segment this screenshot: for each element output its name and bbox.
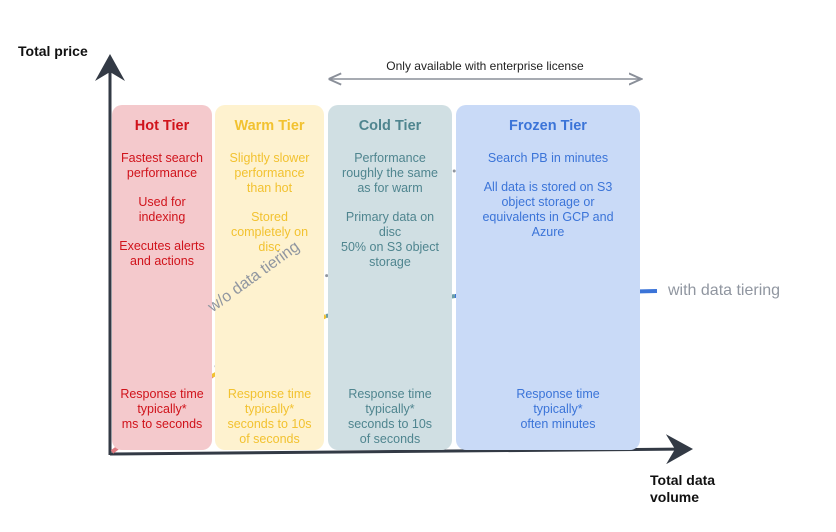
tier-title: Frozen Tier [509,118,587,134]
response-line: often minutes [520,417,596,431]
with-tiering-label: with data tiering [668,282,781,299]
tier-panel-warm: Warm Tier Slightly slower performance tha… [215,105,324,450]
response-line: of seconds [359,432,421,446]
enterprise-note: Only available with enterprise license [386,59,584,73]
tier-description-item: Used for indexing [138,195,186,224]
response-line: seconds to 10s [227,417,312,431]
response-line: Response time [348,387,432,401]
tier-description-item: Stored completely on disc [230,210,309,254]
tier-description: Performance roughly the same as for warm… [328,151,452,270]
tier-description-item: Fastest search performance [121,151,203,180]
x-axis-label: Total data volume [650,472,715,506]
response-line: typically* [533,402,583,416]
response-line: ms to seconds [121,417,203,431]
tier-title: Warm Tier [234,118,305,134]
tier-panel-hot: Hot Tier Fastest search performance Used f… [112,105,212,450]
tier-title: Hot Tier [134,118,190,134]
tier-response-time: Response time typically* seconds to 10s of … [328,387,452,447]
tier-panel-frozen: Frozen Tier Search PB in minutes All data … [456,105,640,450]
tier-description: Search PB in minutes All data is stored o… [456,151,640,240]
y-axis-label: Total price [18,43,88,59]
x-axis-label-line: volume [650,489,700,505]
tier-description-item: Slightly slower performance than hot [229,151,310,195]
tier-description: Fastest search performance Used for index… [112,151,212,269]
tier-panel-cold: Cold Tier Performance roughly the same as… [328,105,452,450]
tier-description-item: All data is stored on S3 object storage … [482,180,614,239]
tier-description-item: Executes alerts and actions [119,239,205,268]
response-line: seconds to 10s [347,417,433,431]
tier-response-time: Response time typically* seconds to 10s of … [215,387,324,447]
tier-description-item: Performance roughly the same as for warm [342,151,438,195]
response-line: Response time [516,387,600,401]
x-axis-label-line: Total data [650,472,716,488]
response-line: Response time [120,387,204,401]
tier-title: Cold Tier [358,118,422,134]
response-line: typically* [244,402,295,416]
tier-response-time: Response time typically* often minutes [456,387,640,432]
tier-response-time: Response time typically* ms to seconds [112,387,212,432]
response-line: typically* [137,402,187,416]
tier-description-item: Search PB in minutes [487,151,609,165]
tier-description-item: Primary data on disc 50% on S3 object st… [341,210,439,269]
response-line: Response time [227,387,312,401]
response-line: of seconds [239,432,300,446]
tier-description: Slightly slower performance than hot Stor… [215,151,324,255]
response-line: typically* [365,402,415,416]
